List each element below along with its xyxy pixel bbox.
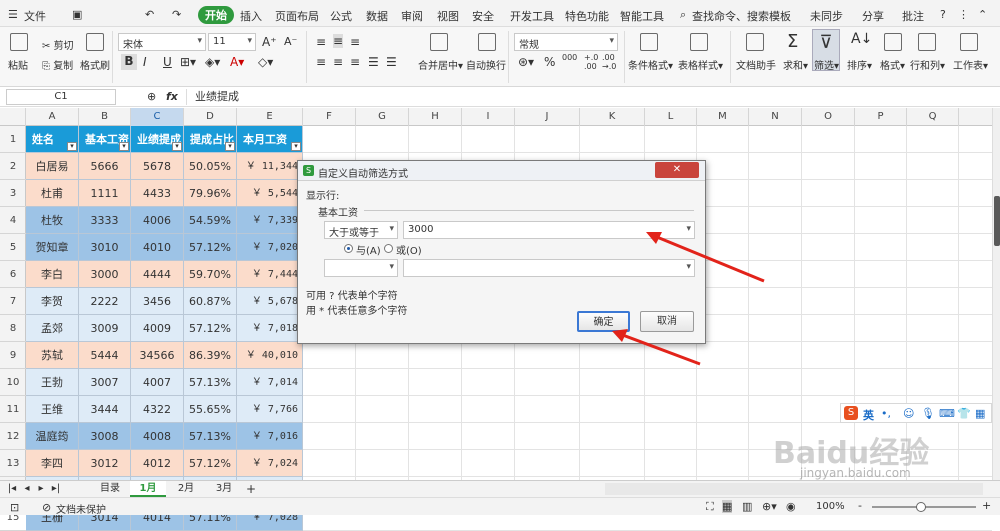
zoom-out-button[interactable]: - [858, 499, 862, 512]
arrow-to-value-input [651, 233, 765, 283]
first-sheet-icon[interactable]: |◂ [6, 481, 18, 497]
zoom-slider-thumb[interactable] [916, 502, 926, 512]
zoom-in-button[interactable]: + [982, 499, 991, 512]
normal-view-icon[interactable]: ▦ [722, 500, 733, 513]
next-sheet-icon[interactable]: ▸ [36, 481, 46, 497]
sheet-tab-feb[interactable]: 2月 [168, 481, 204, 497]
doc-protect-icon: ⊘ [42, 501, 52, 514]
reading-icon[interactable]: ◉ [786, 500, 796, 513]
prev-sheet-icon[interactable]: ◂ [22, 481, 32, 497]
zoom-level[interactable]: 100% [816, 501, 845, 512]
page-layout-icon[interactable]: ⊕▾ [762, 500, 777, 513]
sheet-tab-bar: |◂ ◂ ▸ ▸| 目录 1月 2月 3月 + [0, 480, 1000, 497]
zoom-slider[interactable] [872, 502, 976, 512]
horizontal-scrollbar[interactable] [605, 483, 983, 495]
arrow-to-ok-button [619, 332, 701, 366]
sheet-tab-toc[interactable]: 目录 [92, 481, 128, 497]
sheet-tab-jan[interactable]: 1月 [130, 481, 166, 497]
doc-protect-status[interactable]: 文档未保护 [56, 501, 106, 516]
status-bar: ⊡ ⊘ 文档未保护 ⛶ ▦ ▥ ⊕▾ ◉ 100% - + [0, 497, 1000, 516]
fullscreen-icon[interactable]: ⛶ [706, 500, 714, 514]
status-icon[interactable]: ⊡ [10, 501, 19, 514]
sheet-tab-mar[interactable]: 3月 [206, 481, 242, 497]
add-sheet-button[interactable]: + [244, 481, 258, 497]
annotation-arrows [612, 232, 765, 366]
page-break-icon[interactable]: ▥ [742, 500, 752, 513]
last-sheet-icon[interactable]: ▸| [50, 481, 62, 497]
